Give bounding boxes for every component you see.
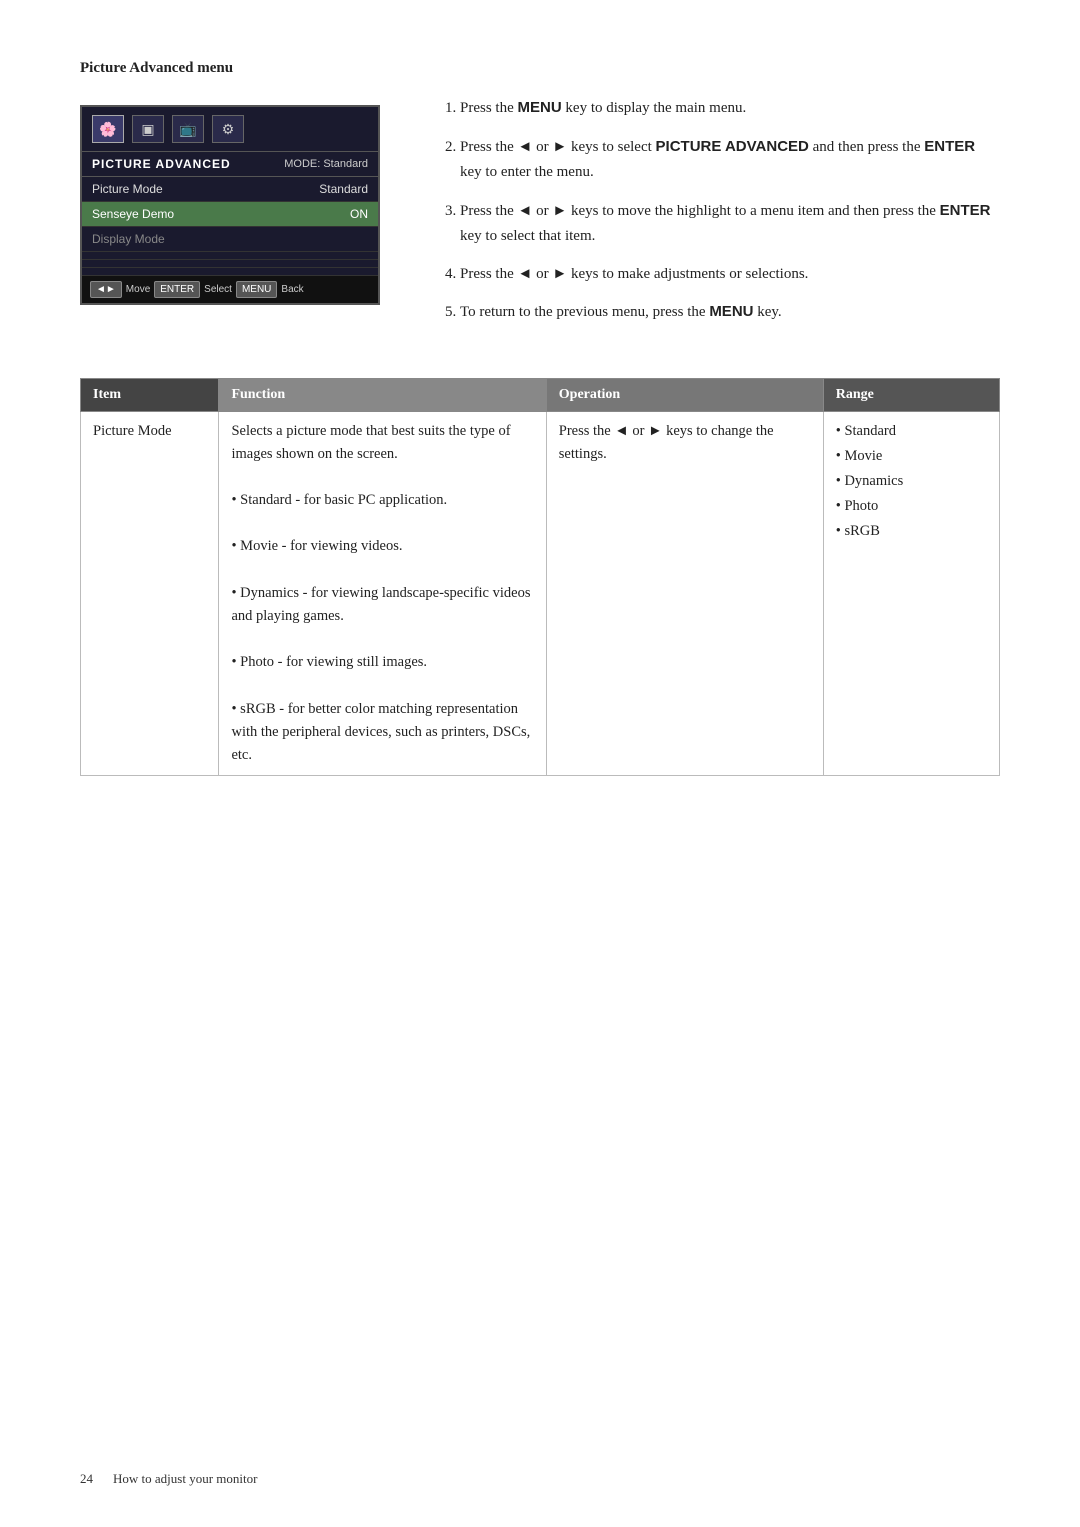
osd-header-mode: MODE: Standard [284,158,368,170]
osd-container: 🌸 ▣ 📺 ⚙ PICTURE ADVANCED MODE: Standard … [80,105,400,338]
instruction-step-4: Press the ◄ or ► keys to make adjustment… [460,262,1000,288]
key-enter-1: ENTER [924,138,975,155]
instruction-step-5: To return to the previous menu, press th… [460,299,1000,326]
osd-btn-enter: ENTER [154,281,200,298]
osd-box: 🌸 ▣ 📺 ⚙ PICTURE ADVANCED MODE: Standard … [80,105,380,305]
osd-footer-select-label: Select [204,284,232,295]
function-desc-srgb: • sRGB - for better color matching repre… [231,698,533,768]
osd-icon-3: 📺 [172,115,204,143]
osd-row-picture-mode: Picture Mode Standard [82,177,378,202]
osd-spacer-3 [82,268,378,276]
arrow-right-2: ► [552,203,567,219]
osd-header-title: PICTURE ADVANCED [92,157,231,171]
page-number: 24 [80,1471,93,1487]
table-header-row: Item Function Operation Range [81,378,1000,411]
osd-footer-move-label: Move [126,284,150,295]
cell-function-picture-mode: Selects a picture mode that best suits t… [219,411,546,776]
range-item-srgb: sRGB [836,520,987,543]
osd-footer: ◄► Move ENTER Select MENU Back [82,276,378,303]
osd-row-senseye: Senseye Demo ON [82,202,378,227]
key-enter-2: ENTER [940,202,991,219]
col-header-range: Range [823,378,999,411]
range-item-photo: Photo [836,495,987,518]
picture-mode-table: Item Function Operation Range Picture Mo… [80,378,1000,777]
instructions-panel: Press the MENU key to display the main m… [440,95,1000,338]
range-item-standard: Standard [836,420,987,443]
osd-icon-4: ⚙ [212,115,244,143]
col-header-function: Function [219,378,546,411]
arrow-left-3: ◄ [518,266,533,282]
osd-header: PICTURE ADVANCED MODE: Standard [82,152,378,177]
osd-row-display-mode: Display Mode [82,227,378,252]
arrow-right-3: ► [552,266,567,282]
function-desc-dynamics: • Dynamics - for viewing landscape-speci… [231,582,533,628]
key-picture-advanced: PICTURE ADVANCED [656,138,809,155]
arrow-left-table: ◄ [614,423,628,439]
arrow-right-1: ► [552,139,567,155]
cell-operation-picture-mode: Press the ◄ or ► keys to change the sett… [546,411,823,776]
function-desc-movie: • Movie - for viewing videos. [231,535,533,558]
cell-item-picture-mode: Picture Mode [81,411,219,776]
osd-footer-back-label: Back [281,284,303,295]
arrow-right-table: ► [648,423,662,439]
instructions-list: Press the MENU key to display the main m… [440,95,1000,326]
cell-range-picture-mode: Standard Movie Dynamics Photo sRGB [823,411,999,776]
osd-icons-row: 🌸 ▣ 📺 ⚙ [82,107,378,152]
key-menu-1: MENU [518,99,562,116]
function-desc-standard: • Standard - for basic PC application. [231,489,533,512]
osd-spacer-2 [82,260,378,268]
page-title: Picture Advanced menu [80,60,1000,77]
osd-btn-menu: MENU [236,281,277,298]
arrow-left-1: ◄ [518,139,533,155]
page-footer: 24 How to adjust your monitor [80,1471,257,1487]
footer-content: 24 How to adjust your monitor [80,1471,257,1487]
key-menu-2: MENU [709,303,753,320]
instruction-step-3: Press the ◄ or ► keys to move the highli… [460,198,1000,250]
osd-icon-2: ▣ [132,115,164,143]
table-row: Picture Mode Selects a picture mode that… [81,411,1000,776]
osd-icon-1: 🌸 [92,115,124,143]
range-item-movie: Movie [836,445,987,468]
arrow-left-2: ◄ [518,203,533,219]
osd-btn-move-arrows: ◄► [90,281,122,298]
osd-spacer-1 [82,252,378,260]
range-list: Standard Movie Dynamics Photo sRGB [836,420,987,544]
footer-text: How to adjust your monitor [113,1471,257,1487]
col-header-item: Item [81,378,219,411]
function-desc-photo: • Photo - for viewing still images. [231,651,533,674]
function-desc-1: Selects a picture mode that best suits t… [231,420,533,466]
col-header-operation: Operation [546,378,823,411]
instruction-step-2: Press the ◄ or ► keys to select PICTURE … [460,134,1000,186]
range-item-dynamics: Dynamics [836,470,987,493]
instruction-step-1: Press the MENU key to display the main m… [460,95,1000,122]
